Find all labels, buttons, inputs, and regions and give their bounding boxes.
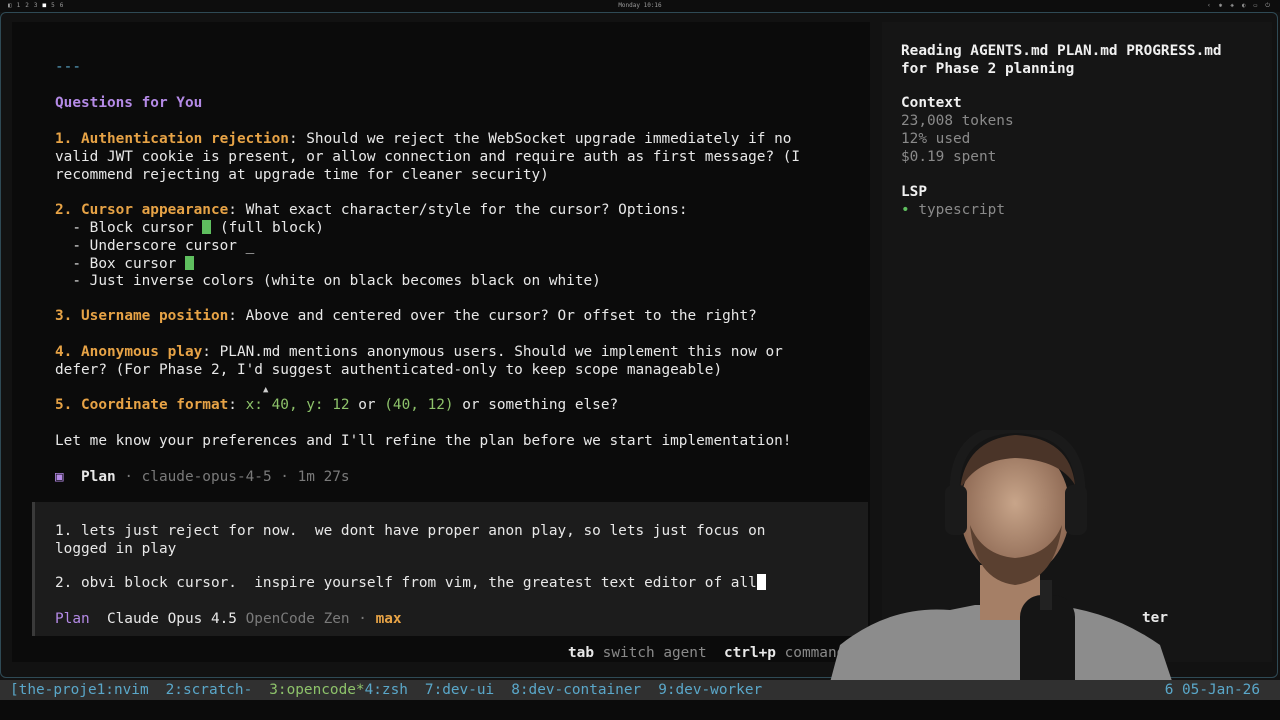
q4-text-1: : PLAN.md mentions anonymous users. Shou… (202, 344, 783, 360)
plan-meta-info: · claude-opus-4-5 · 1m 27s (115, 469, 350, 485)
tmux-window-1[interactable]: [the-proje1:nvim (10, 682, 149, 698)
system-tray: ‹ ✱ ◈ ◐ ▭ ⏻ (1207, 0, 1270, 12)
volume-icon[interactable]: ◐ (1242, 0, 1246, 12)
q1-text-3: recommend rejecting at upgrade time for … (55, 167, 549, 183)
q5-or: or (349, 397, 385, 413)
closing-message: Let me know your preferences and I'll re… (55, 433, 792, 449)
ctrl-p-key: ctrl+p (723, 645, 776, 661)
q1-text-1: : Should we reject the WebSocket upgrade… (288, 131, 792, 147)
q1-key: Authentication rejection (81, 131, 289, 147)
input-line-3[interactable]: 2. obvi block cursor. inspire yourself f… (55, 574, 766, 592)
power-icon[interactable]: ⏻ (1265, 0, 1270, 12)
question-1-line-1: 1. Authentication rejection: Should we r… (55, 130, 791, 148)
tmux-window-7[interactable]: 7:dev-ui (425, 682, 494, 698)
q5-sep: : (228, 397, 246, 413)
question-3-line: 3. Username position: Above and centered… (55, 307, 757, 325)
tmux-window-4[interactable]: 4:zsh (365, 682, 408, 698)
q4-number: 4. (55, 344, 73, 360)
q2-text: : What exact character/style for the cur… (228, 202, 688, 218)
q1-number: 1. (55, 131, 73, 147)
plan-meta-line: ▣ Plan · claude-opus-4-5 · 1m 27s (55, 468, 350, 486)
q5-key: Coordinate format (81, 397, 229, 413)
status-separator: · (349, 611, 376, 627)
q3-number: 3. (55, 308, 73, 324)
network-icon[interactable]: ◈ (1230, 0, 1234, 12)
q2-option-underscore: - Underscore cursor _ (55, 238, 255, 254)
provider-name: OpenCode Zen (245, 611, 350, 627)
arrow-icon[interactable]: ‹ (1207, 0, 1211, 12)
q5-code-1: x: 40, y: 12 (245, 397, 350, 413)
bottom-margin (0, 700, 1280, 720)
context-label: Context (901, 95, 962, 111)
lsp-label: LSP (901, 184, 927, 200)
question-4-line-1: 4. Anonymous play: PLAN.md mentions anon… (55, 343, 783, 361)
context-spent: $0.19 spent (901, 149, 997, 165)
session-title: Reading AGENTS.md PLAN.md PROGRESS.md fo… (901, 43, 1222, 77)
variant-label[interactable]: max (376, 611, 402, 627)
status-dot-icon: • (901, 202, 910, 218)
horizontal-rule: --- (55, 59, 81, 75)
q2-option-inverse: - Just inverse colors (white on black be… (55, 273, 601, 289)
mouse-pointer-icon: ▲ (263, 385, 269, 395)
q2-key: Cursor appearance (81, 202, 229, 218)
box-cursor-sample (184, 256, 194, 270)
q5-rest: or something else? (453, 397, 619, 413)
q5-number: 5. (55, 397, 73, 413)
context-used: 12% used (901, 131, 971, 147)
tmux-window-8[interactable]: 8:dev-container (511, 682, 641, 698)
input-status-line: Plan Claude Opus 4.5 OpenCode Zen · max (55, 610, 402, 628)
input-line-2[interactable]: logged in play (55, 540, 176, 558)
input-line-1[interactable]: 1. lets just reject for now. we dont hav… (55, 522, 765, 540)
model-name[interactable]: Claude Opus 4.5 (107, 611, 237, 627)
prompt-input-box[interactable]: 1. lets just reject for now. we dont hav… (32, 502, 868, 636)
q2-option-block: - Block cursor (full block) (55, 219, 324, 237)
text-cursor (756, 574, 766, 590)
q2-number: 2. (55, 202, 73, 218)
question-5-line: 5. Coordinate format: x: 40, y: 12 or (4… (55, 396, 618, 414)
agent-mode[interactable]: Plan (55, 611, 90, 627)
q2-opt1-a: - Block cursor (55, 220, 203, 236)
q3-text: : Above and centered over the cursor? Or… (228, 308, 757, 324)
tmux-status-bar: [the-proje1:nvim 2:scratch- 3:opencode*4:z… (0, 680, 1280, 700)
question-2-line: 2. Cursor appearance: What exact charact… (55, 201, 687, 219)
webcam-image (820, 430, 1185, 720)
settings-icon[interactable]: ✱ (1219, 0, 1223, 12)
partial-text: ter (1142, 610, 1168, 626)
q2-option-box: - Box cursor (55, 255, 194, 273)
tmux-date: 6 05-Jan-26 (1164, 682, 1260, 698)
tmux-window-3-active[interactable]: 3:opencode* (269, 682, 364, 698)
q4-text-2: defer? (For Phase 2, I'd suggest authent… (55, 362, 723, 378)
tmux-window-2[interactable]: 2:scratch- (166, 682, 253, 698)
context-tokens: 23,008 tokens (901, 113, 1014, 129)
lsp-item: • typescript (901, 202, 1005, 218)
tab-key: tab (568, 645, 594, 661)
webcam-overlay (800, 430, 1200, 720)
tmux-window-9[interactable]: 9:dev-worker (658, 682, 762, 698)
block-cursor-sample (202, 220, 212, 234)
system-top-bar: ◧ 1 2 3 ■ 5 6 Monday 10:16 ‹ ✱ ◈ ◐ ▭ ⏻ (0, 0, 1280, 12)
clock[interactable]: Monday 10:16 (0, 0, 1280, 12)
lsp-item-name: typescript (918, 202, 1005, 218)
input-line-3-text[interactable]: 2. obvi block cursor. inspire yourself f… (55, 575, 757, 591)
q1-text-2: valid JWT cookie is present, or allow co… (55, 149, 801, 165)
q5-code-2: (40, 12) (384, 397, 454, 413)
section-heading: Questions for You (55, 95, 203, 111)
plan-mode-label: Plan (81, 469, 116, 485)
q2-opt1-b: (full block) (211, 220, 324, 236)
plan-icon: ▣ (55, 469, 64, 485)
q4-key: Anonymous play (81, 344, 203, 360)
q2-opt3: - Box cursor (55, 256, 185, 272)
tab-key-desc: switch agent (602, 645, 707, 661)
q3-key: Username position (81, 308, 229, 324)
battery-icon[interactable]: ▭ (1254, 0, 1258, 12)
